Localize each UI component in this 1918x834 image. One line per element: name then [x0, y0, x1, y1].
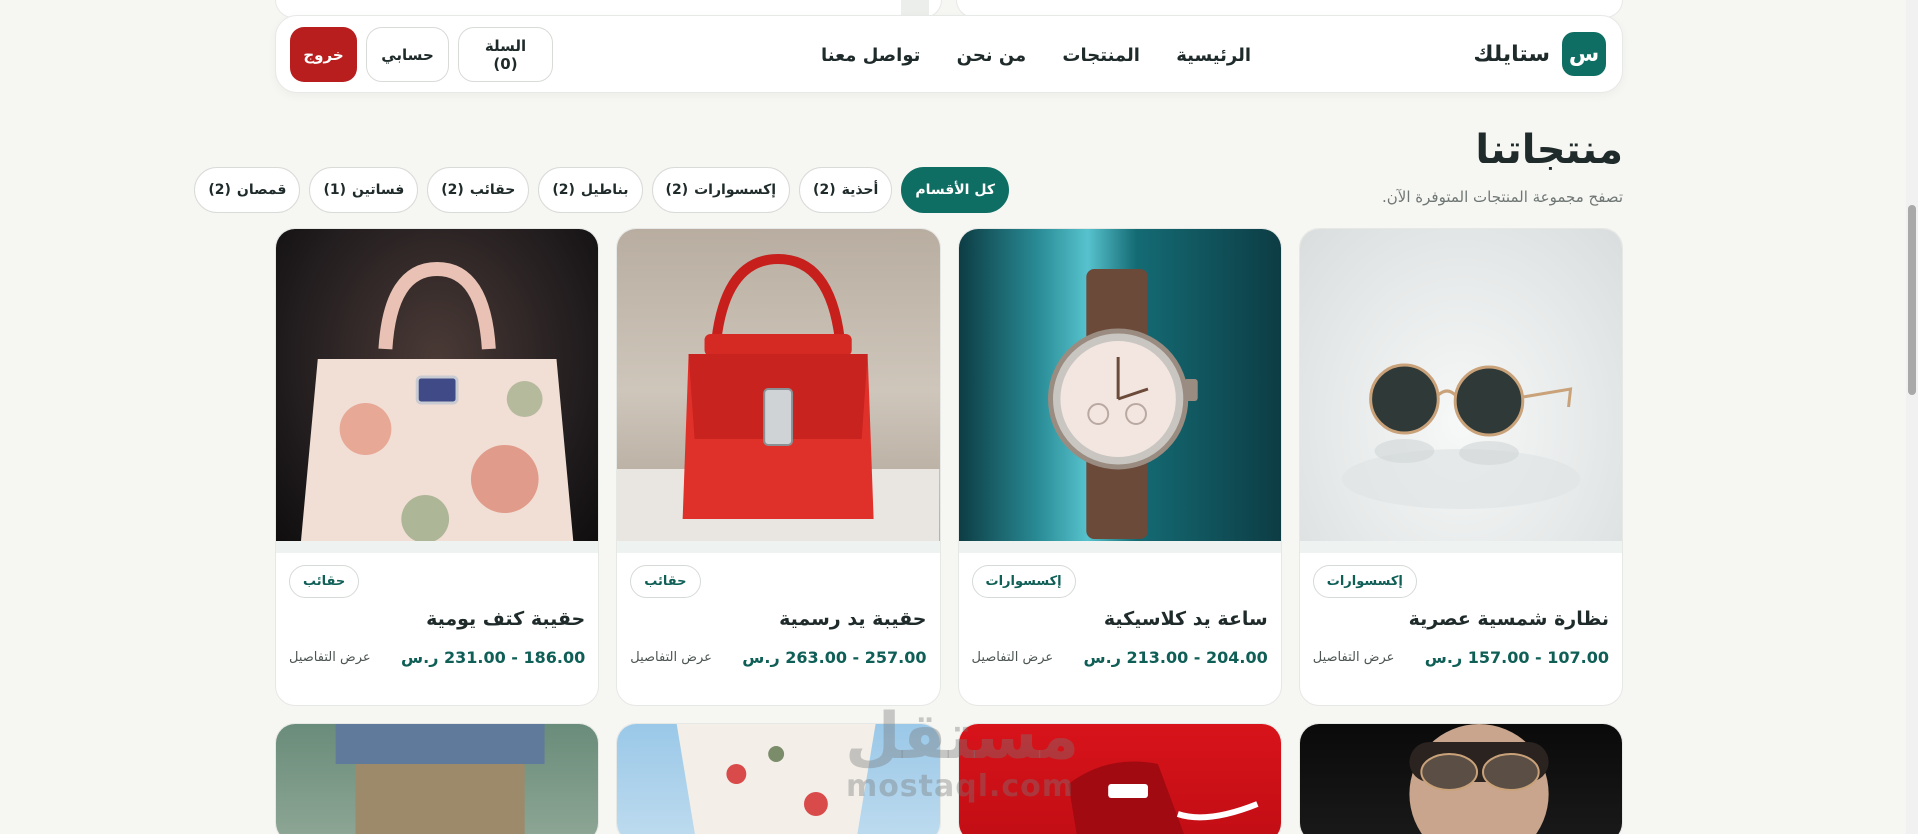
filter-label: حقائب	[469, 182, 516, 198]
nav-contact[interactable]: تواصل معنا	[821, 45, 920, 66]
category-filters: كل الأقسام أحذية (2) إكسسوارات (2) بناطي…	[194, 167, 1009, 213]
cart-button[interactable]: السلة (0)	[458, 27, 553, 82]
product-card[interactable]	[957, 723, 1282, 834]
product-grid: إكسسوارات نظارة شمسية عصرية 107.00 - 157…	[275, 228, 1623, 834]
filter-label: إكسسوارات	[694, 182, 777, 198]
product-card[interactable]	[275, 723, 600, 834]
product-title[interactable]: حقيبة يد رسمية	[630, 598, 926, 630]
filter-accessories[interactable]: إكسسوارات (2)	[651, 167, 791, 213]
nav-home[interactable]: الرئيسية	[1176, 45, 1251, 66]
filter-count: (2)	[665, 182, 689, 198]
category-badge: إكسسوارات	[971, 565, 1076, 598]
product-card[interactable]: حقائب حقيبة كتف يومية 186.00 - 231.00 ر.…	[275, 228, 600, 706]
filter-shoes[interactable]: أحذية (2)	[799, 167, 893, 213]
filter-count: (2)	[813, 182, 836, 198]
filter-dresses[interactable]: فساتين (1)	[309, 167, 419, 213]
filter-label: بناطيل	[580, 182, 629, 198]
peek-divider	[901, 0, 929, 15]
brand-logo[interactable]: س	[1562, 32, 1606, 76]
product-image-red-handbag[interactable]	[617, 229, 940, 553]
category-badge: حقائب	[289, 565, 360, 598]
filter-all[interactable]: كل الأقسام	[901, 167, 1009, 213]
product-title[interactable]: حقيبة كتف يومية	[289, 598, 585, 630]
category-badge: إكسسوارات	[1312, 565, 1417, 598]
site-header: س ستايلك الرئيسية المنتجات من نحن تواصل …	[275, 15, 1623, 93]
page-title: منتجاتنا	[1475, 127, 1623, 173]
products-section-header: منتجاتنا تصفح مجموعة المنتجات المتوفرة ا…	[1382, 128, 1623, 206]
nav-products[interactable]: المنتجات	[1062, 45, 1140, 66]
product-price: 186.00 - 231.00 ر.س	[401, 648, 586, 667]
product-title[interactable]: نظارة شمسية عصرية	[1313, 598, 1609, 630]
product-card[interactable]	[1298, 723, 1623, 834]
filter-label: فساتين	[352, 182, 405, 198]
filter-count: (1)	[323, 182, 347, 198]
header-actions: خروج حسابي السلة (0)	[290, 27, 553, 82]
filter-bags[interactable]: حقائب (2)	[427, 167, 530, 213]
category-badge: حقائب	[630, 565, 701, 598]
product-card[interactable]	[616, 723, 941, 834]
filter-label: كل الأقسام	[915, 182, 995, 198]
scrollbar-thumb[interactable]	[1908, 205, 1916, 395]
filter-shirts[interactable]: قمصان (2)	[194, 167, 301, 213]
main-nav: الرئيسية المنتجات من نحن تواصل معنا	[821, 16, 1251, 94]
account-button[interactable]: حسابي	[366, 27, 449, 82]
page-scrollbar[interactable]	[1906, 0, 1918, 834]
product-card[interactable]: إكسسوارات ساعة يد كلاسيكية 204.00 - 213.…	[957, 228, 1282, 706]
filter-count: (2)	[441, 182, 464, 198]
brand[interactable]: س ستايلك	[1473, 32, 1606, 76]
product-card[interactable]: حقائب حقيبة يد رسمية 257.00 - 263.00 ر.س…	[616, 228, 941, 706]
product-image-pants[interactable]	[276, 724, 599, 834]
filter-label: قمصان	[236, 182, 287, 198]
product-price: 257.00 - 263.00 ر.س	[742, 648, 927, 667]
view-details-link[interactable]: عرض التفاصيل	[1313, 650, 1395, 665]
nav-about[interactable]: من نحن	[957, 45, 1027, 66]
filter-pants[interactable]: بناطيل (2)	[538, 167, 643, 213]
product-image-watch[interactable]	[958, 229, 1281, 553]
product-image-sunglasses[interactable]	[1299, 229, 1622, 553]
brand-name[interactable]: ستايلك	[1473, 42, 1550, 67]
filter-count: (2)	[552, 182, 575, 198]
product-image-sneaker[interactable]	[958, 724, 1281, 834]
product-image-floral-bag[interactable]	[276, 229, 599, 553]
product-image-floral-dress[interactable]	[617, 724, 940, 834]
view-details-link[interactable]: عرض التفاصيل	[972, 650, 1054, 665]
product-image-aviator-glasses[interactable]	[1299, 724, 1622, 834]
filter-count: (2)	[208, 182, 231, 198]
product-price: 204.00 - 213.00 ر.س	[1083, 648, 1268, 667]
product-price: 107.00 - 157.00 ر.س	[1424, 648, 1609, 667]
filter-label: أحذية	[841, 182, 879, 198]
logout-button[interactable]: خروج	[290, 27, 357, 82]
product-title[interactable]: ساعة يد كلاسيكية	[972, 598, 1268, 630]
page-subtitle: تصفح مجموعة المنتجات المتوفرة الآن.	[1382, 188, 1623, 206]
product-card[interactable]: إكسسوارات نظارة شمسية عصرية 107.00 - 157…	[1298, 228, 1623, 706]
view-details-link[interactable]: عرض التفاصيل	[289, 650, 371, 665]
view-details-link[interactable]: عرض التفاصيل	[630, 650, 712, 665]
